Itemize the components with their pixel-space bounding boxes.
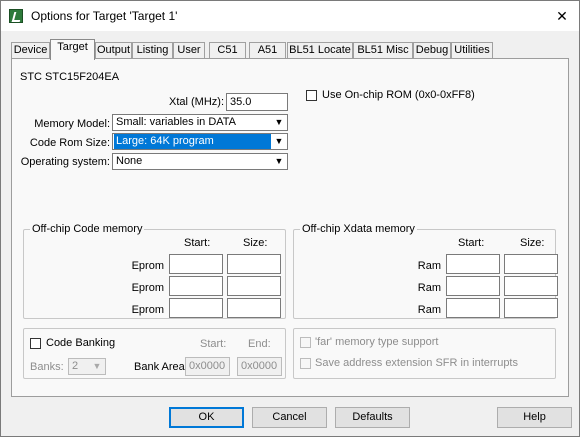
offchip-code-group: Off-chip Code memory Start: Size: Eprom … <box>23 223 286 319</box>
tab-utilities[interactable]: Utilities <box>451 42 493 59</box>
save-addr-ext-checkbox[interactable] <box>300 358 311 369</box>
ok-button[interactable]: OK <box>169 407 244 428</box>
tab-listing[interactable]: Listing <box>132 42 173 59</box>
eprom-size-input[interactable] <box>227 276 281 296</box>
ram-start-input[interactable] <box>446 276 500 296</box>
code-rom-size-label: Code Rom Size: <box>29 137 110 149</box>
bank-area-end-input[interactable]: 0x0000 <box>237 357 282 376</box>
code-banking-checkbox[interactable] <box>30 338 41 349</box>
far-memory-group: 'far' memory type support Save address e… <box>293 328 556 379</box>
tab-bl51-misc[interactable]: BL51 Misc <box>353 42 413 59</box>
xtal-label: Xtal (MHz): <box>169 96 224 108</box>
chevron-down-icon[interactable]: ▼ <box>271 154 287 169</box>
tab-target[interactable]: Target <box>50 39 95 60</box>
chevron-down-icon[interactable]: ▼ <box>271 115 287 130</box>
offchip-code-start-header: Start: <box>184 237 211 249</box>
onchip-rom-label: Use On-chip ROM (0x0-0xFF8) <box>322 89 475 101</box>
target-tab-panel: STC STC15F204EA Xtal (MHz): 35.0 Use On-… <box>11 58 569 397</box>
code-banking-group: Code Banking Start: End: Banks: 2 ▼ Bank… <box>23 328 286 379</box>
bank-area-start-input[interactable]: 0x0000 <box>185 357 230 376</box>
ram-label: Ram <box>417 282 441 294</box>
operating-system-value: None <box>116 155 143 167</box>
offchip-code-size-header: Size: <box>243 237 268 249</box>
chevron-down-icon[interactable]: ▼ <box>89 359 105 374</box>
eprom-size-input[interactable] <box>227 298 281 318</box>
offchip-xdata-group: Off-chip Xdata memory Start: Size: Ram R… <box>293 223 558 319</box>
window-title: Options for Target 'Target 1' <box>31 9 178 23</box>
offchip-xdata-title: Off-chip Xdata memory <box>300 223 417 235</box>
defaults-button[interactable]: Defaults <box>335 407 410 428</box>
offchip-xdata-start-header: Start: <box>458 237 485 249</box>
ram-size-input[interactable] <box>504 276 558 296</box>
code-rom-size-value: Large: 64K program <box>114 134 271 149</box>
options-dialog: Options for Target 'Target 1' ✕ Device T… <box>0 0 580 437</box>
chevron-down-icon[interactable]: ▼ <box>271 134 287 149</box>
eprom-start-input[interactable] <box>169 298 223 318</box>
cancel-button[interactable]: Cancel <box>252 407 327 428</box>
memory-model-label: Memory Model: <box>34 118 110 130</box>
code-rom-size-select[interactable]: Large: 64K program ▼ <box>112 133 288 150</box>
tab-a51[interactable]: A51 <box>249 42 286 59</box>
ram-start-input[interactable] <box>446 298 500 318</box>
device-name-label: STC STC15F204EA <box>20 71 120 83</box>
eprom-start-input[interactable] <box>169 254 223 274</box>
ram-label: Ram <box>417 260 441 272</box>
offchip-xdata-size-header: Size: <box>520 237 545 249</box>
bank-area-label: Bank Area: <box>134 361 188 373</box>
operating-system-select[interactable]: None ▼ <box>112 153 288 170</box>
close-icon[interactable]: ✕ <box>551 5 573 27</box>
tab-bl51-locate[interactable]: BL51 Locate <box>287 42 353 59</box>
title-bar: Options for Target 'Target 1' ✕ <box>1 1 579 31</box>
offchip-code-title: Off-chip Code memory <box>30 223 145 235</box>
ram-start-input[interactable] <box>446 254 500 274</box>
far-memory-checkbox[interactable] <box>300 337 311 348</box>
eprom-label: Eprom <box>131 282 164 294</box>
tab-output[interactable]: Output <box>95 42 132 59</box>
ram-size-input[interactable] <box>504 298 558 318</box>
onchip-rom-checkbox[interactable] <box>306 90 317 101</box>
banks-label: Banks: <box>30 361 64 373</box>
bank-start-header: Start: <box>200 338 227 350</box>
save-addr-ext-label: Save address extension SFR in interrupts <box>315 357 518 369</box>
code-banking-label: Code Banking <box>46 337 116 349</box>
far-memory-label: 'far' memory type support <box>315 336 439 348</box>
tab-debug[interactable]: Debug <box>413 42 451 59</box>
ram-size-input[interactable] <box>504 254 558 274</box>
memory-model-value: Small: variables in DATA <box>116 116 237 128</box>
operating-system-label: Operating system: <box>20 156 110 168</box>
tab-device[interactable]: Device <box>11 42 50 59</box>
eprom-size-input[interactable] <box>227 254 281 274</box>
xtal-input[interactable]: 35.0 <box>226 93 288 111</box>
bank-end-header: End: <box>248 338 271 350</box>
ram-label: Ram <box>417 304 441 316</box>
eprom-start-input[interactable] <box>169 276 223 296</box>
banks-select[interactable]: 2 ▼ <box>68 358 106 375</box>
app-icon <box>9 9 23 23</box>
help-button[interactable]: Help <box>497 407 572 428</box>
tab-c51[interactable]: C51 <box>209 42 246 59</box>
eprom-label: Eprom <box>131 260 164 272</box>
memory-model-select[interactable]: Small: variables in DATA ▼ <box>112 114 288 131</box>
tab-user[interactable]: User <box>173 42 205 59</box>
eprom-label: Eprom <box>131 304 164 316</box>
